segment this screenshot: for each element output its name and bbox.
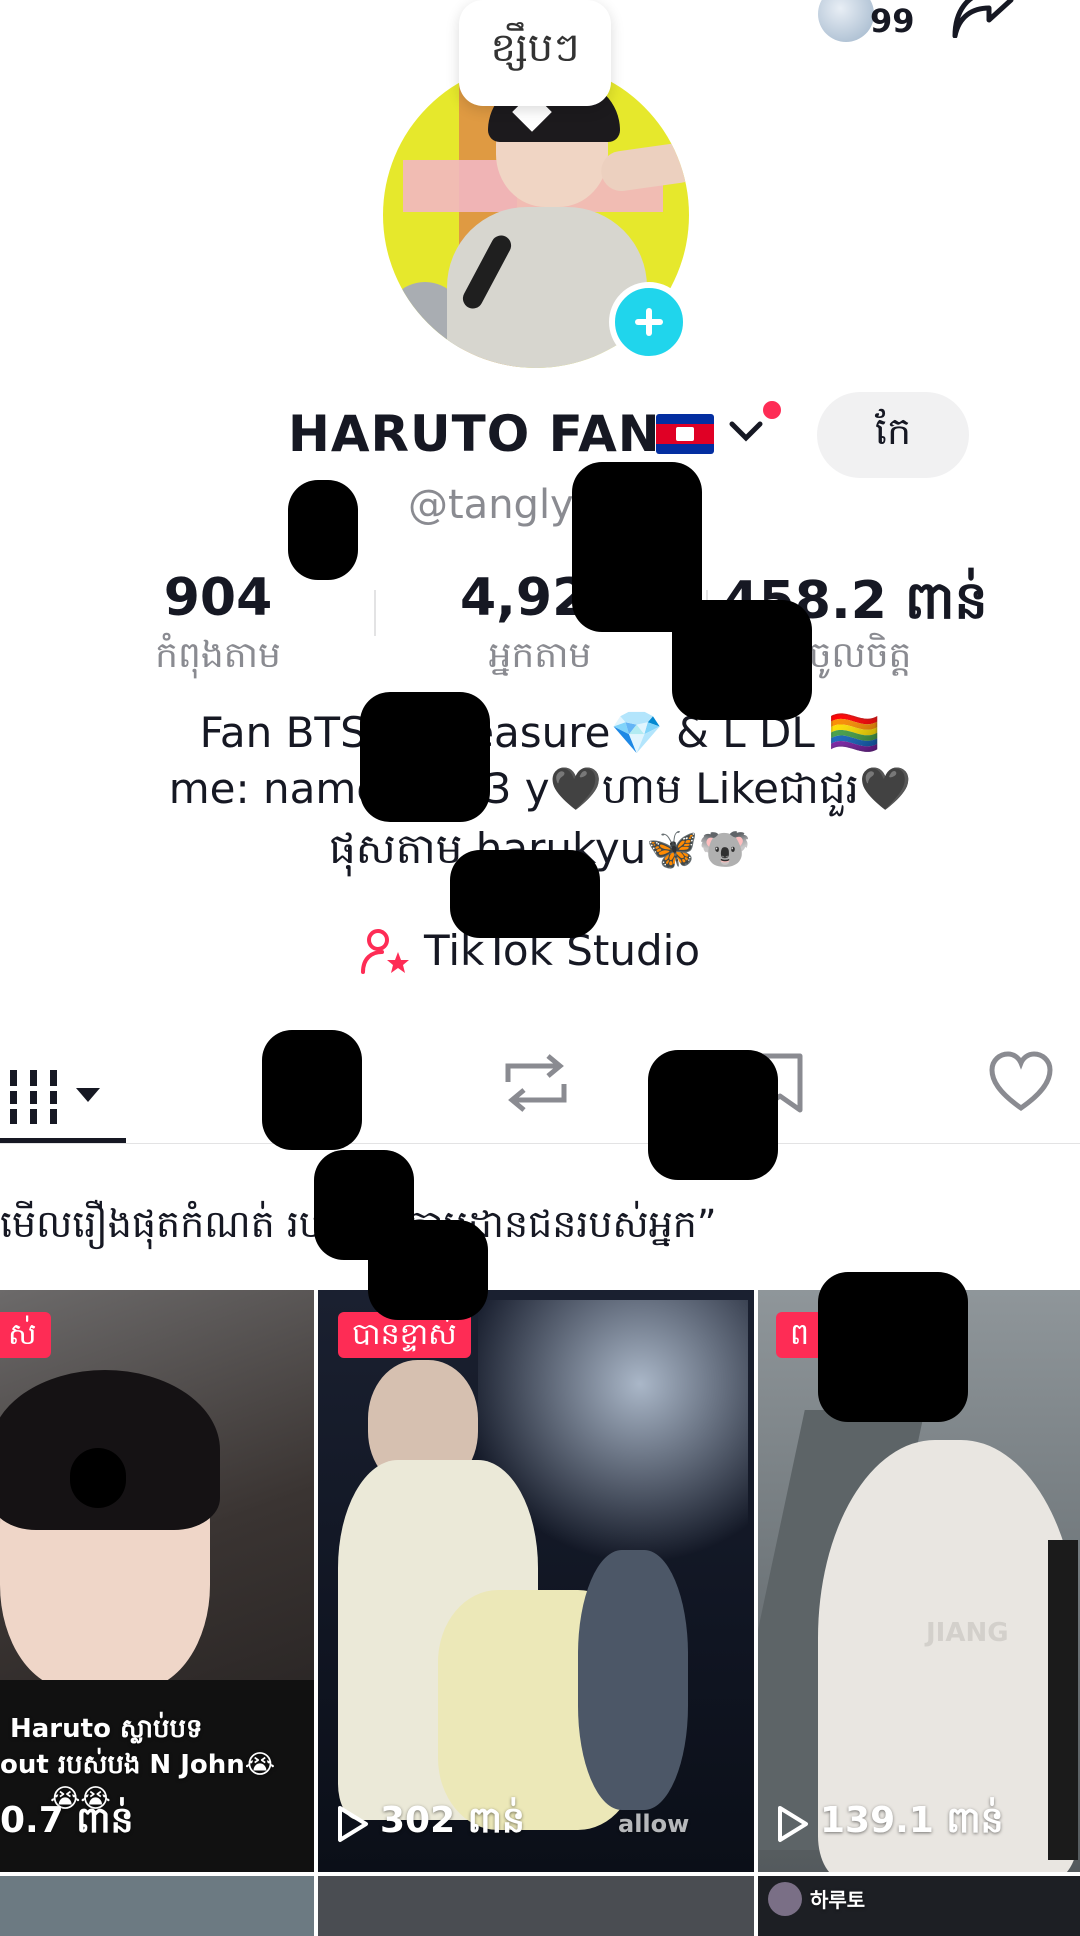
video-caption: 하루토 <box>810 1888 866 1912</box>
following-count[interactable]: 904 <box>118 568 318 628</box>
pinned-badge: ព <box>776 1312 824 1358</box>
notification-count: 99 <box>870 2 915 40</box>
video-tile[interactable]: បានខ្ទាស់ allow 302 ពាន់ <box>318 1290 754 1872</box>
hoodie-text: JIANG <box>926 1618 1009 1648</box>
redaction-mark <box>262 1030 362 1150</box>
chevron-down-icon[interactable] <box>728 418 764 446</box>
followers-label: អ្នកតាម <box>488 635 592 676</box>
video-tile[interactable] <box>318 1876 754 1936</box>
notification-avatar[interactable] <box>818 0 874 42</box>
bio-line-1: Fan BTS💜 Treasure💎 & L DL 🏳️‍🌈 <box>199 708 881 757</box>
redaction-mark <box>648 1050 778 1180</box>
edit-profile-button[interactable]: កែ <box>817 392 969 478</box>
repost-icon[interactable] <box>498 1050 574 1116</box>
redaction-mark <box>360 692 490 822</box>
bio-line-2: me: name: Li 23 y🖤ហាម Likeជាជួរ🖤 <box>168 764 912 813</box>
display-name: HARUTO FAN <box>288 405 661 463</box>
video-tile[interactable]: 하루토 <box>758 1876 1080 1936</box>
view-count: 302 ពាន់ <box>336 1797 525 1850</box>
status-bubble[interactable]: ខ្សឹបៗ <box>459 0 611 106</box>
stat-divider <box>374 590 376 636</box>
watermark-text: allow <box>618 1810 690 1838</box>
redaction-mark <box>818 1272 968 1422</box>
studio-person-star-icon <box>361 929 409 974</box>
play-icon <box>338 1805 368 1842</box>
video-tile[interactable] <box>0 1876 314 1936</box>
share-icon[interactable] <box>945 0 1015 38</box>
view-count: 139.1 ពាន់ <box>776 1797 1004 1850</box>
cambodia-flag-icon <box>656 414 714 454</box>
tab-divider <box>0 1143 1080 1144</box>
redaction-mark <box>288 480 358 580</box>
notification-dot <box>760 398 784 422</box>
view-count: 0.7 ពាន់ <box>0 1800 134 1841</box>
following-label: កំពុងតាម <box>155 635 281 676</box>
plus-icon <box>635 308 663 336</box>
video-caption: Haruto ស្លាប់បទ <box>10 1714 203 1744</box>
redaction-mark <box>450 850 600 938</box>
redaction-mark <box>70 1448 126 1508</box>
video-tile[interactable]: ស់ Haruto ស្លាប់បទ out របស់បង N John😭 😭😭… <box>0 1290 314 1872</box>
pinned-badge: ស់ <box>0 1312 51 1358</box>
username: @tanglys <box>408 482 595 528</box>
add-story-button[interactable] <box>609 282 689 362</box>
grid-icon <box>6 1070 100 1124</box>
heart-icon[interactable] <box>988 1050 1054 1116</box>
redaction-mark <box>368 1220 488 1320</box>
redaction-mark <box>672 600 812 720</box>
video-caption: out របស់បង N John😭 <box>0 1750 276 1780</box>
play-icon <box>778 1805 808 1842</box>
